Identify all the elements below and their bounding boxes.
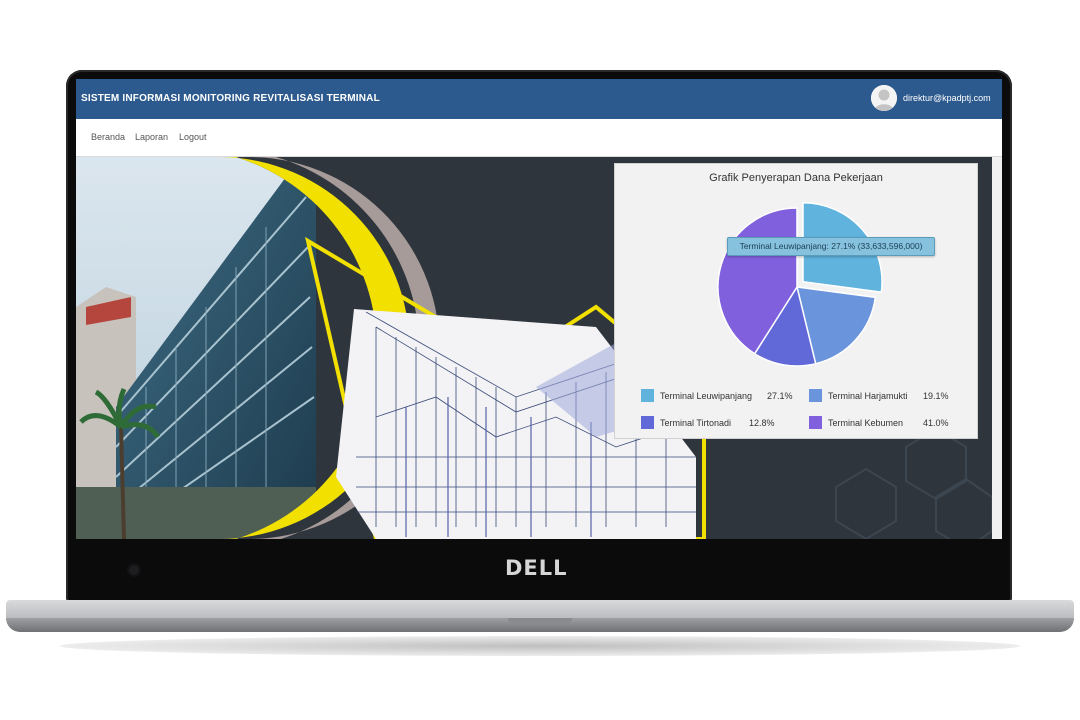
user-icon [871,85,897,111]
nav-logout[interactable]: Logout [179,132,207,142]
chart-tooltip: Terminal Leuwipanjang: 27.1% (33,633,596… [727,237,935,256]
scrollbar[interactable] [992,157,1002,539]
legend-swatch [809,416,822,429]
screen: SISTEM INFORMASI MONITORING REVITALISASI… [76,79,1002,539]
hexagon-pattern [835,427,992,539]
laptop-shadow [60,636,1020,656]
legend-label: Terminal Leuwipanjang [660,391,753,401]
legend-label: Terminal Kebumen [828,418,904,428]
legend-swatch [641,416,654,429]
legend-value: 19.1% [923,391,949,401]
legend-item-harjamukti[interactable]: Terminal Harjamukti 19.1% [809,389,969,403]
user-email-link[interactable]: direktur@kpadptj.com [903,93,991,103]
chart-panel: Grafik Penyerapan Dana Pekerjaan Termina… [614,163,978,439]
legend-swatch [641,389,654,402]
user-avatar[interactable] [871,85,897,111]
legend-label: Terminal Tirtonadi [660,418,732,428]
app-title: SISTEM INFORMASI MONITORING REVITALISASI… [81,93,380,104]
brand-logo: DELL [505,556,568,580]
legend-value: 12.8% [749,418,775,428]
nav-laporan[interactable]: Laporan [135,132,168,142]
laptop-hinge-notch [508,618,572,624]
building-photo [76,157,316,539]
app-header: SISTEM INFORMASI MONITORING REVITALISASI… [76,79,1002,119]
legend-item-tirtonadi[interactable]: Terminal Tirtonadi 12.8% [641,416,801,430]
legend-item-kebumen[interactable]: Terminal Kebumen 41.0% [809,416,969,430]
nav-beranda[interactable]: Beranda [91,132,125,142]
laptop-base [6,600,1074,620]
nav-bar: Beranda Laporan Logout [76,119,1002,157]
legend-item-leuwipanjang[interactable]: Terminal Leuwipanjang 27.1% [641,389,801,403]
legend-value: 27.1% [767,391,793,401]
legend-swatch [809,389,822,402]
webcam-icon [129,565,139,575]
legend-label: Terminal Harjamukti [828,391,908,401]
legend-value: 41.0% [923,418,949,428]
